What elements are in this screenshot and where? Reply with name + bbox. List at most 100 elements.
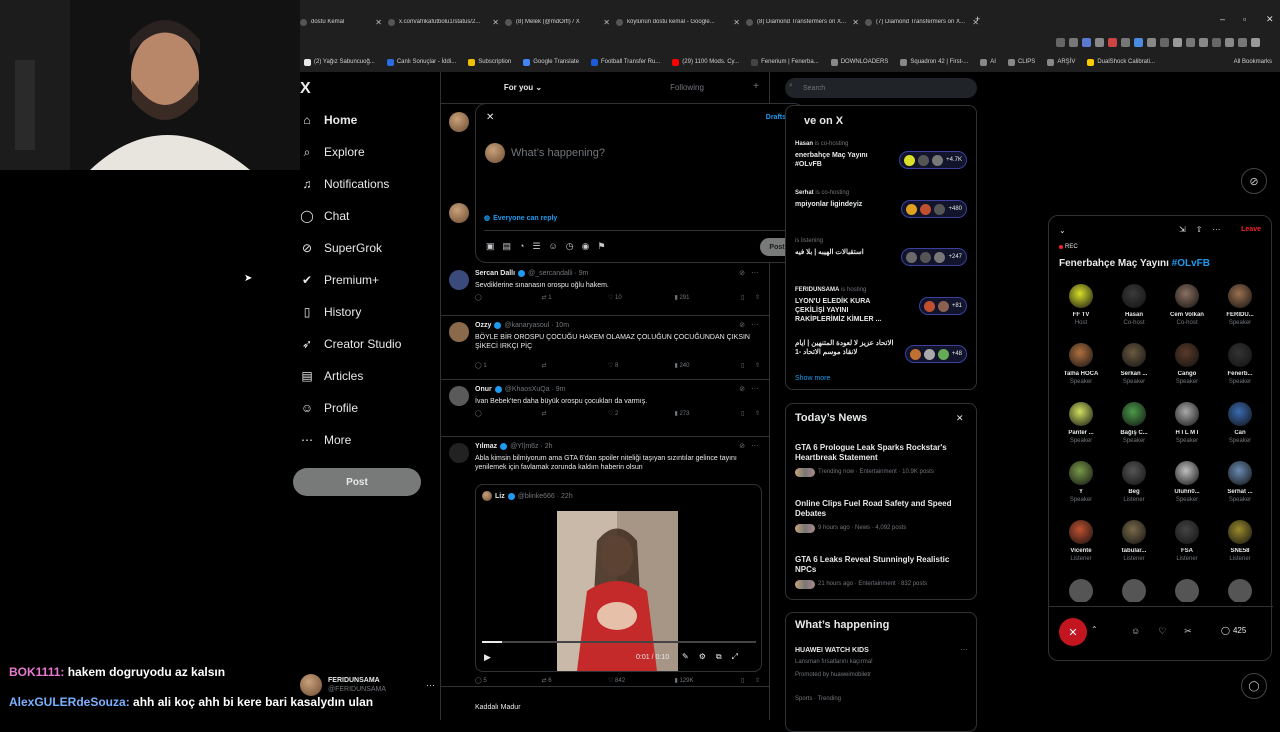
add-tab-icon[interactable]: + bbox=[753, 81, 759, 92]
quoted-tweet[interactable]: Liz @blinke666 · 22h ▶ 0:01 / 0:10 ✎ ⚙ ⧉… bbox=[475, 484, 762, 672]
tweet-more-icon[interactable]: ··· bbox=[751, 441, 759, 450]
speaker[interactable]: FF TV Host bbox=[1057, 284, 1105, 326]
browser-tab[interactable]: dostu Kemal ✕ bbox=[300, 13, 382, 31]
close-window-icon[interactable]: ✕ bbox=[1266, 14, 1274, 25]
extension-icon[interactable] bbox=[1212, 38, 1221, 47]
news-item[interactable]: GTA 6 Leaks Reveal Stunningly Realistic … bbox=[795, 555, 970, 589]
people-icon[interactable]: ☺ bbox=[1131, 626, 1140, 637]
bookmark-item[interactable]: (29) 1100 Mods. Cy... bbox=[672, 58, 739, 66]
flag-icon[interactable]: ⚑ bbox=[597, 241, 605, 252]
close-icon[interactable]: ✕ bbox=[486, 112, 494, 123]
video-thumbnail[interactable] bbox=[557, 511, 678, 671]
show-more-link[interactable]: Show more bbox=[795, 375, 830, 382]
grok-icon[interactable]: ⊘ bbox=[739, 269, 745, 277]
sidebar-item-more[interactable]: ⋯ More bbox=[300, 429, 351, 451]
share-icon[interactable]: ⇧ bbox=[1196, 225, 1203, 234]
location-icon[interactable]: ◉ bbox=[582, 241, 590, 252]
share-icon[interactable]: ⇧ bbox=[755, 362, 765, 369]
tweet-author[interactable]: Onur bbox=[475, 386, 492, 393]
chevron-up-icon[interactable]: ⌃ bbox=[1091, 625, 1098, 634]
tab-close-icon[interactable]: ✕ bbox=[603, 18, 610, 27]
tweet-author[interactable]: Sercan Dallı bbox=[475, 270, 515, 277]
speaker[interactable]: Serkan ... Speaker bbox=[1110, 343, 1158, 385]
sidebar-item-articles[interactable]: ▤ Articles bbox=[300, 365, 363, 387]
tweet-more-icon[interactable]: ··· bbox=[751, 384, 759, 393]
mute-icon[interactable]: ✎ bbox=[682, 652, 689, 662]
extension-icon[interactable] bbox=[1251, 38, 1260, 47]
views-button[interactable]: ▮ 129K bbox=[675, 677, 742, 684]
extension-icon[interactable] bbox=[1069, 38, 1078, 47]
bookmark-tweet-icon[interactable]: ▯ bbox=[741, 410, 755, 417]
reply-setting[interactable]: ◍ Everyone can reply bbox=[484, 214, 557, 223]
speaker[interactable]: FSA Listener bbox=[1163, 520, 1211, 562]
bookmark-tweet-icon[interactable]: ▯ bbox=[741, 362, 755, 369]
speaker[interactable]: H İ L M İ Speaker bbox=[1163, 402, 1211, 444]
leave-button[interactable]: Leave bbox=[1241, 226, 1261, 233]
extension-icon[interactable] bbox=[1238, 38, 1247, 47]
grok-icon[interactable]: ⊘ bbox=[739, 321, 745, 329]
news-item[interactable]: GTA 6 Prologue Leak Sparks Rockstar's He… bbox=[795, 443, 970, 477]
extension-icon[interactable] bbox=[1199, 38, 1208, 47]
share-icon[interactable]: ⇧ bbox=[755, 677, 765, 684]
sidebar-item-premium-[interactable]: ✔ Premium+ bbox=[300, 269, 379, 291]
live-space-item[interactable]: الاتحاد عزيز لا لعودة المتنهين | ايام لا… bbox=[795, 335, 975, 379]
speaker[interactable]: Cem Volkan Co-host bbox=[1163, 284, 1211, 326]
speaker[interactable]: Beg Listener bbox=[1110, 461, 1158, 503]
tab-following[interactable]: Following bbox=[605, 72, 769, 103]
happening-more-icon[interactable]: ··· bbox=[960, 645, 968, 654]
listener-pill[interactable]: +247 bbox=[901, 248, 967, 266]
video-progress[interactable] bbox=[482, 641, 756, 643]
happening-item-title[interactable]: HUAWEI WATCH KIDS bbox=[795, 647, 869, 654]
fullscreen-icon[interactable]: ⤢ bbox=[732, 652, 738, 662]
space-hashtag[interactable]: #OLvFB bbox=[1172, 258, 1210, 269]
tab-close-icon[interactable]: ✕ bbox=[492, 18, 499, 27]
extension-icon[interactable] bbox=[1056, 38, 1065, 47]
x-logo-icon[interactable]: X bbox=[300, 80, 311, 98]
views-button[interactable]: ▮ 240 bbox=[675, 362, 742, 369]
tab-for-you[interactable]: For you ⌄ bbox=[441, 72, 605, 103]
listener-pill[interactable]: +48 bbox=[904, 345, 967, 363]
sidebar-item-profile[interactable]: ☺ Profile bbox=[300, 397, 358, 419]
speaker[interactable]: FERIDU... Speaker bbox=[1216, 284, 1264, 326]
retweet-button[interactable]: ⇄ bbox=[542, 362, 609, 369]
share-icon[interactable]: ⇧ bbox=[755, 294, 765, 301]
sidebar-item-chat[interactable]: ◯ Chat bbox=[300, 205, 349, 227]
speaker[interactable]: Can Speaker bbox=[1216, 402, 1264, 444]
speaker[interactable]: Uluhn0... Speaker bbox=[1163, 461, 1211, 503]
emoji-icon[interactable]: ☺ bbox=[549, 241, 558, 252]
views-button[interactable]: ▮ 273 bbox=[675, 410, 742, 417]
tweet-more-icon[interactable]: ··· bbox=[751, 268, 759, 277]
listener-pill[interactable]: +480 bbox=[901, 200, 967, 218]
share-icon[interactable]: ⇧ bbox=[755, 410, 765, 417]
extension-icon[interactable] bbox=[1095, 38, 1104, 47]
reply-button[interactable]: ◯ bbox=[475, 410, 542, 417]
tab-close-icon[interactable]: ✕ bbox=[852, 18, 859, 27]
like-button[interactable]: ♡ 10 bbox=[608, 294, 675, 301]
minimize-icon[interactable]: ⇲ bbox=[1179, 225, 1186, 234]
tweet-more-icon[interactable]: ··· bbox=[751, 320, 759, 329]
news-item[interactable]: Online Clips Fuel Road Safety and Speed … bbox=[795, 499, 970, 533]
gif-icon[interactable]: ▤ bbox=[503, 241, 512, 252]
speaker[interactable]: Cango Speaker bbox=[1163, 343, 1211, 385]
search-input[interactable]: Search bbox=[785, 78, 977, 98]
pip-icon[interactable]: ⧉ bbox=[716, 652, 722, 662]
sidebar-item-notifications[interactable]: ♫ Notifications bbox=[300, 173, 390, 195]
speaker[interactable]: tabular... Listener bbox=[1110, 520, 1158, 562]
tweet[interactable]: Onur @KhaosXuQa · 9m ⊘ ··· İvan Bebek'ten da… bbox=[441, 380, 769, 437]
settings-icon[interactable]: ⚙ bbox=[699, 652, 706, 662]
sidebar-item-explore[interactable]: ⌕ Explore bbox=[300, 141, 365, 163]
drafts-link[interactable]: Drafts bbox=[766, 114, 786, 121]
extension-icon[interactable] bbox=[1225, 38, 1234, 47]
grok-icon[interactable]: ◔ bbox=[519, 241, 524, 252]
like-button[interactable]: ♡ 2 bbox=[608, 410, 675, 417]
messages-icon[interactable]: ◯ bbox=[1241, 673, 1267, 699]
bookmark-item[interactable]: CLIPS bbox=[1007, 58, 1035, 66]
sidebar-item-history[interactable]: ▯ History bbox=[300, 301, 362, 323]
clip-icon[interactable]: ✂ bbox=[1184, 626, 1192, 637]
collapse-icon[interactable]: ⌄ bbox=[1059, 226, 1066, 235]
live-space-item[interactable]: Hasan is co-hosting enerbahçe Maç Yayını … bbox=[795, 141, 975, 185]
tweet-avatar[interactable] bbox=[449, 270, 469, 290]
extension-icon[interactable] bbox=[1108, 38, 1117, 47]
bookmark-item[interactable]: Squadron 42 | First-... bbox=[900, 58, 968, 66]
retweet-button[interactable]: ⇄ 6 bbox=[542, 677, 609, 684]
